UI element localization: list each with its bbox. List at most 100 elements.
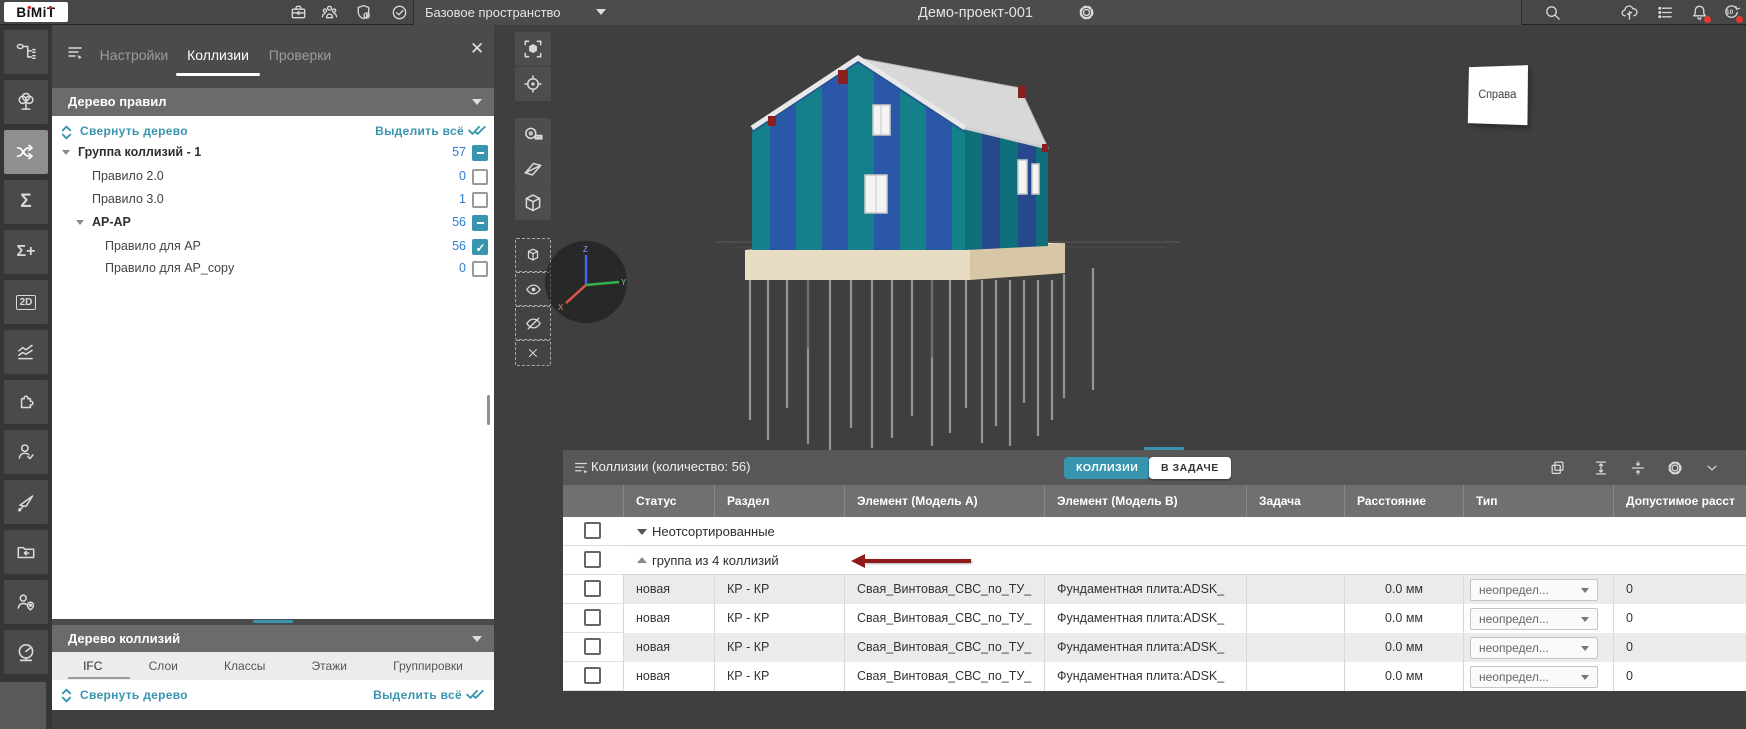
sidebar-item-user-check[interactable]: [4, 430, 48, 474]
sidebar-item-sum-add[interactable]: Σ+: [4, 230, 48, 274]
3d-model-house[interactable]: [640, 48, 1185, 463]
col-element-a[interactable]: Элемент (Модель A): [844, 485, 1044, 517]
notifications-bell-icon[interactable]: [1690, 3, 1709, 22]
table-row[interactable]: новая КР - КР Свая_Винтовая_СВС_по_ТУ_ Ф…: [623, 662, 1746, 691]
select-all-link[interactable]: Выделить всё: [373, 688, 462, 702]
col-section[interactable]: Раздел: [714, 485, 844, 517]
app-logo[interactable]: BiMiT: [4, 2, 68, 22]
collapse-tree-chevrons-icon[interactable]: [60, 687, 73, 704]
sidebar-item-charts[interactable]: [4, 330, 48, 374]
tab-floors[interactable]: Этажи: [312, 659, 347, 673]
tab-checks[interactable]: Проверки: [269, 47, 331, 63]
copy-rows-icon[interactable]: [1549, 459, 1567, 477]
filter-in-task-button[interactable]: В ЗАДАЧЕ: [1149, 457, 1231, 479]
model-tree-cloud-icon[interactable]: [1620, 3, 1639, 22]
projects-briefcase-icon[interactable]: [289, 3, 308, 22]
table-menu-icon[interactable]: [573, 459, 591, 477]
tree-item-checkbox[interactable]: [472, 239, 488, 255]
navigation-gizmo[interactable]: Z Y X: [545, 241, 627, 323]
protection-shield-icon[interactable]: [354, 3, 373, 22]
fit-selection-button[interactable]: [515, 32, 551, 66]
row-checkbox[interactable]: [584, 580, 601, 597]
tree-item[interactable]: АР-АР 56: [52, 211, 494, 234]
row-checkbox[interactable]: [584, 522, 601, 539]
col-task[interactable]: Задача: [1246, 485, 1344, 517]
sidebar-item-user-location[interactable]: [4, 580, 48, 624]
history-clock-icon[interactable]: 10: [1722, 3, 1741, 22]
tree-item[interactable]: Правило 3.0 1: [52, 188, 494, 211]
type-select[interactable]: неопредел...: [1470, 666, 1598, 688]
sidebar-item-sum[interactable]: Σ: [4, 180, 48, 224]
row-checkbox[interactable]: [584, 638, 601, 655]
tree-item-checkbox[interactable]: [472, 169, 488, 185]
panel-resize-handle[interactable]: [253, 620, 293, 623]
workspace-selector-label[interactable]: Базовое пространство: [425, 5, 561, 20]
tree-item[interactable]: Правило 2.0 0: [52, 165, 494, 188]
sidebar-item-plugins[interactable]: [4, 380, 48, 424]
tree-item-checkbox[interactable]: [472, 215, 488, 231]
col-distance[interactable]: Расстояние: [1344, 485, 1463, 517]
group-expand-caret-icon[interactable]: [637, 529, 647, 535]
clip-plane-button[interactable]: [515, 152, 551, 186]
sidebar-item-dashboard-gauge[interactable]: [4, 630, 48, 674]
sidebar-item-collisions[interactable]: [4, 130, 48, 174]
expand-row-height-icon[interactable]: [1592, 459, 1610, 477]
collapse-tree-link[interactable]: Свернуть дерево: [80, 124, 188, 138]
table-row[interactable]: новая КР - КР Свая_Винтовая_СВС_по_ТУ_ Ф…: [623, 604, 1746, 633]
locate-target-button[interactable]: [515, 67, 551, 101]
approvals-check-icon[interactable]: [390, 3, 409, 22]
col-status[interactable]: Статус: [623, 485, 714, 517]
tree-item-checkbox[interactable]: [472, 145, 488, 161]
group-row-unsorted[interactable]: Неотсортированные: [623, 517, 1746, 546]
team-icon[interactable]: [320, 3, 339, 22]
tree-scrollbar[interactable]: [487, 395, 490, 425]
type-select[interactable]: неопредел...: [1470, 579, 1598, 601]
reset-visibility-button[interactable]: [515, 340, 551, 366]
tab-settings[interactable]: Настройки: [100, 47, 169, 63]
tab-classes[interactable]: Классы: [224, 659, 265, 673]
filter-collisions-button[interactable]: КОЛЛИЗИИ: [1064, 457, 1150, 479]
tab-ifc[interactable]: IFC: [83, 659, 102, 673]
table-settings-gear-icon[interactable]: [1666, 459, 1684, 477]
tree-item-checkbox[interactable]: [472, 261, 488, 277]
section-box-button[interactable]: [515, 186, 551, 220]
table-row[interactable]: новая КР - КР Свая_Винтовая_СВС_по_ТУ_ Ф…: [623, 575, 1746, 604]
panel-menu-icon[interactable]: [66, 43, 86, 63]
row-checkbox[interactable]: [584, 551, 601, 568]
group-row-4-collisions[interactable]: группа из 4 коллизий: [623, 546, 1746, 575]
list-icon[interactable]: [1656, 3, 1675, 22]
sidebar-item-export-folder[interactable]: [4, 530, 48, 574]
select-all-doublecheck-icon[interactable]: [465, 686, 488, 701]
tab-collisions[interactable]: Коллизии: [187, 47, 249, 63]
measure-tape-button[interactable]: [515, 118, 551, 152]
tab-groupings[interactable]: Группировки: [393, 659, 463, 673]
collapse-panel-chevron-icon[interactable]: [1703, 459, 1721, 477]
rules-tree-header[interactable]: Дерево правил: [52, 88, 494, 116]
collapse-rows-icon[interactable]: [1629, 459, 1647, 477]
close-panel-icon[interactable]: ✕: [470, 39, 484, 59]
search-icon[interactable]: [1543, 3, 1562, 22]
tree-expand-caret-icon[interactable]: [76, 220, 84, 225]
tree-item-checkbox[interactable]: [472, 192, 488, 208]
sidebar-item-finishing-trowel[interactable]: [4, 480, 48, 524]
col-allowed[interactable]: Допустимое расст: [1613, 485, 1746, 517]
col-element-b[interactable]: Элемент (Модель B): [1044, 485, 1246, 517]
row-checkbox[interactable]: [584, 667, 601, 684]
select-all-link[interactable]: Выделить всё: [375, 124, 464, 138]
view-cube-face[interactable]: Справа: [1468, 65, 1528, 125]
row-checkbox[interactable]: [584, 609, 601, 626]
tree-expand-caret-icon[interactable]: [62, 150, 70, 155]
workspace-caret-icon[interactable]: [596, 9, 606, 15]
collapse-tree-chevrons-icon[interactable]: [60, 124, 73, 141]
tree-item[interactable]: Правило для АР_copy 0: [52, 257, 494, 280]
col-type[interactable]: Тип: [1463, 485, 1613, 517]
type-select[interactable]: неопредел...: [1470, 637, 1598, 659]
collisions-tree-header[interactable]: Дерево коллизий: [52, 625, 494, 653]
table-row[interactable]: новая КР - КР Свая_Винтовая_СВС_по_ТУ_ Ф…: [623, 633, 1746, 662]
tree-item[interactable]: Группа коллизий - 1 57: [52, 141, 494, 164]
type-select[interactable]: неопредел...: [1470, 608, 1598, 630]
project-settings-gear-icon[interactable]: [1077, 3, 1096, 22]
tree-item[interactable]: Правило для АР 56: [52, 235, 494, 258]
sidebar-item-nature-tree[interactable]: [4, 80, 48, 124]
sidebar-item-model-structure[interactable]: [4, 30, 48, 74]
